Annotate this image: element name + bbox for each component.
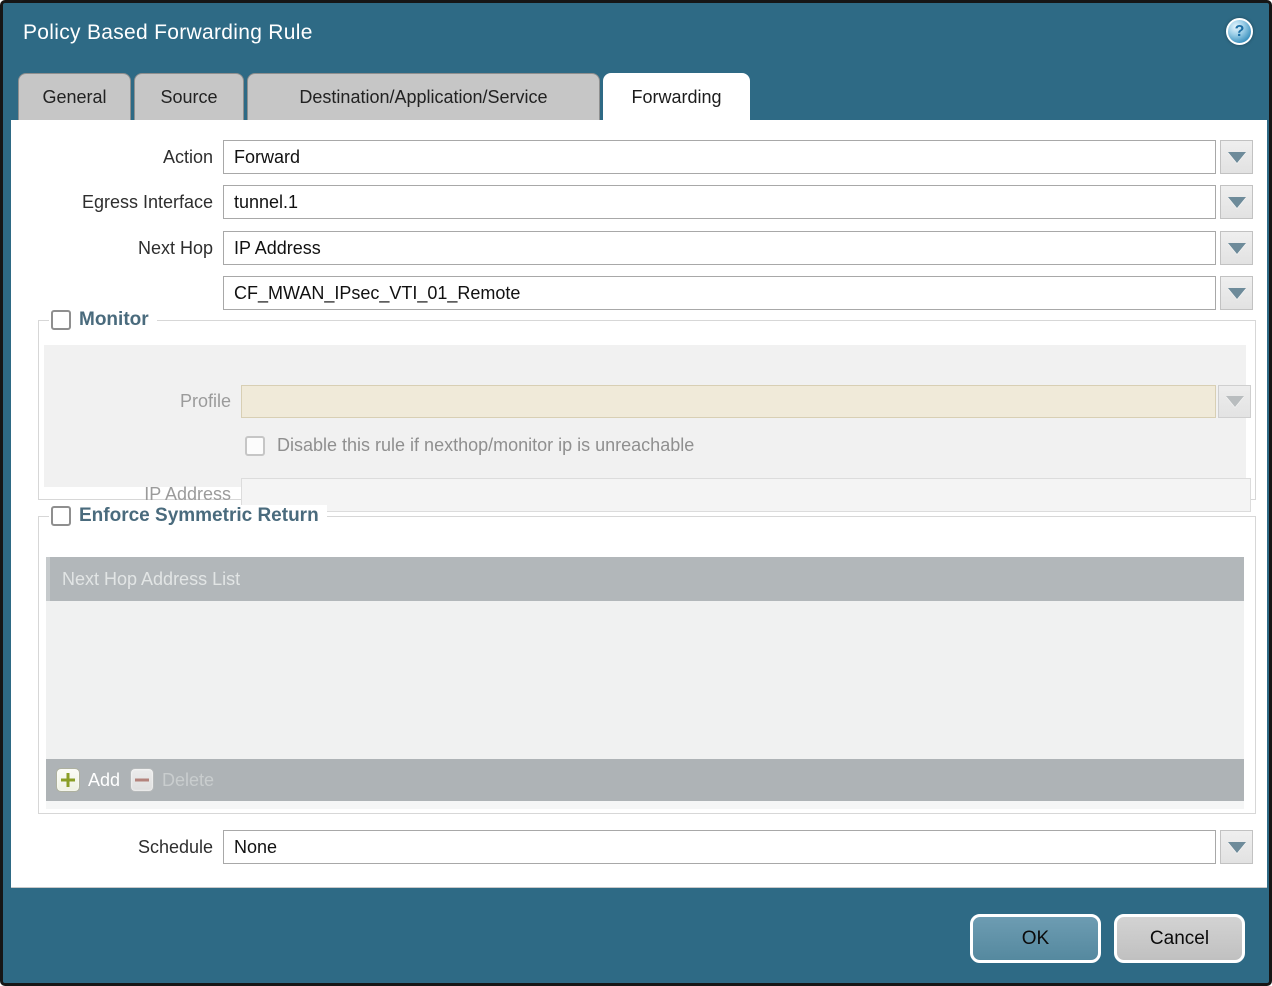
delete-button: Delete (130, 768, 214, 792)
profile-dropdown-button (1218, 385, 1251, 418)
help-icon[interactable]: ? (1226, 18, 1253, 45)
tab-source[interactable]: Source (134, 73, 244, 120)
cancel-button[interactable]: Cancel (1114, 914, 1245, 963)
tab-destination-application-service[interactable]: Destination/Application/Service (247, 73, 600, 120)
next-hop-address-dropdown-button[interactable] (1220, 276, 1253, 310)
next-hop-type-field[interactable]: IP Address (223, 231, 1216, 265)
forwarding-tab-panel: Action Forward Egress Interface tunnel.1… (11, 120, 1267, 888)
action-field[interactable]: Forward (223, 140, 1216, 174)
enforce-symmetric-return-checkbox[interactable] (51, 506, 71, 526)
table-bottom-strip (46, 801, 1244, 809)
monitor-ip-address-field (241, 478, 1251, 512)
plus-icon (56, 768, 80, 792)
ok-button-label: OK (1022, 928, 1049, 950)
enforce-symmetric-return-label: Enforce Symmetric Return (79, 505, 319, 527)
add-button-label: Add (88, 770, 120, 791)
profile-label: Profile (44, 385, 231, 418)
monitor-panel: Profile Disable this rule if nexthop/mon… (44, 345, 1246, 487)
chevron-down-icon (1228, 197, 1246, 208)
tab-label: General (42, 87, 106, 108)
disable-rule-checkbox (245, 436, 265, 456)
tab-label: Forwarding (631, 87, 721, 108)
chevron-down-icon (1226, 396, 1244, 407)
ok-button[interactable]: OK (970, 914, 1101, 963)
next-hop-dropdown-button[interactable] (1220, 231, 1253, 265)
delete-button-label: Delete (162, 770, 214, 791)
cancel-button-label: Cancel (1150, 928, 1209, 950)
enforce-symmetric-return-legend: Enforce Symmetric Return (49, 505, 327, 527)
dialog-title: Policy Based Forwarding Rule (23, 21, 313, 45)
chevron-down-icon (1228, 243, 1246, 254)
next-hop-address-table: Next Hop Address List Add Delete (46, 557, 1244, 809)
pbf-rule-dialog: Policy Based Forwarding Rule ? General S… (0, 0, 1272, 986)
egress-interface-label: Egress Interface (11, 185, 213, 219)
schedule-dropdown-button[interactable] (1220, 830, 1253, 864)
next-hop-address-list-header: Next Hop Address List (46, 557, 1244, 601)
tab-general[interactable]: General (18, 73, 131, 120)
table-toolbar: Add Delete (46, 759, 1244, 801)
tab-bar: General Source Destination/Application/S… (18, 73, 753, 120)
action-label: Action (11, 140, 213, 174)
monitor-legend-label: Monitor (79, 309, 149, 331)
help-glyph: ? (1235, 23, 1245, 41)
next-hop-address-field[interactable]: CF_MWAN_IPsec_VTI_01_Remote (223, 276, 1216, 310)
disable-rule-label: Disable this rule if nexthop/monitor ip … (277, 435, 694, 456)
chevron-down-icon (1228, 152, 1246, 163)
egress-interface-field[interactable]: tunnel.1 (223, 185, 1216, 219)
profile-field (241, 385, 1216, 418)
action-dropdown-button[interactable] (1220, 140, 1253, 174)
monitor-section: Monitor Profile Disable this rule if nex… (38, 320, 1256, 500)
monitor-legend: Monitor (49, 309, 157, 331)
chevron-down-icon (1228, 288, 1246, 299)
chevron-down-icon (1228, 842, 1246, 853)
next-hop-address-list-body[interactable] (46, 601, 1244, 759)
egress-interface-dropdown-button[interactable] (1220, 185, 1253, 219)
enforce-symmetric-return-section: Enforce Symmetric Return Next Hop Addres… (38, 516, 1256, 814)
monitor-checkbox[interactable] (51, 310, 71, 330)
tab-label: Destination/Application/Service (299, 87, 547, 108)
minus-icon (130, 768, 154, 792)
disable-rule-row: Disable this rule if nexthop/monitor ip … (245, 435, 694, 456)
tab-label: Source (160, 87, 217, 108)
add-button[interactable]: Add (56, 768, 120, 792)
tab-forwarding[interactable]: Forwarding (603, 73, 750, 120)
schedule-field[interactable]: None (223, 830, 1216, 864)
next-hop-label: Next Hop (11, 231, 213, 265)
schedule-label: Schedule (11, 830, 213, 864)
